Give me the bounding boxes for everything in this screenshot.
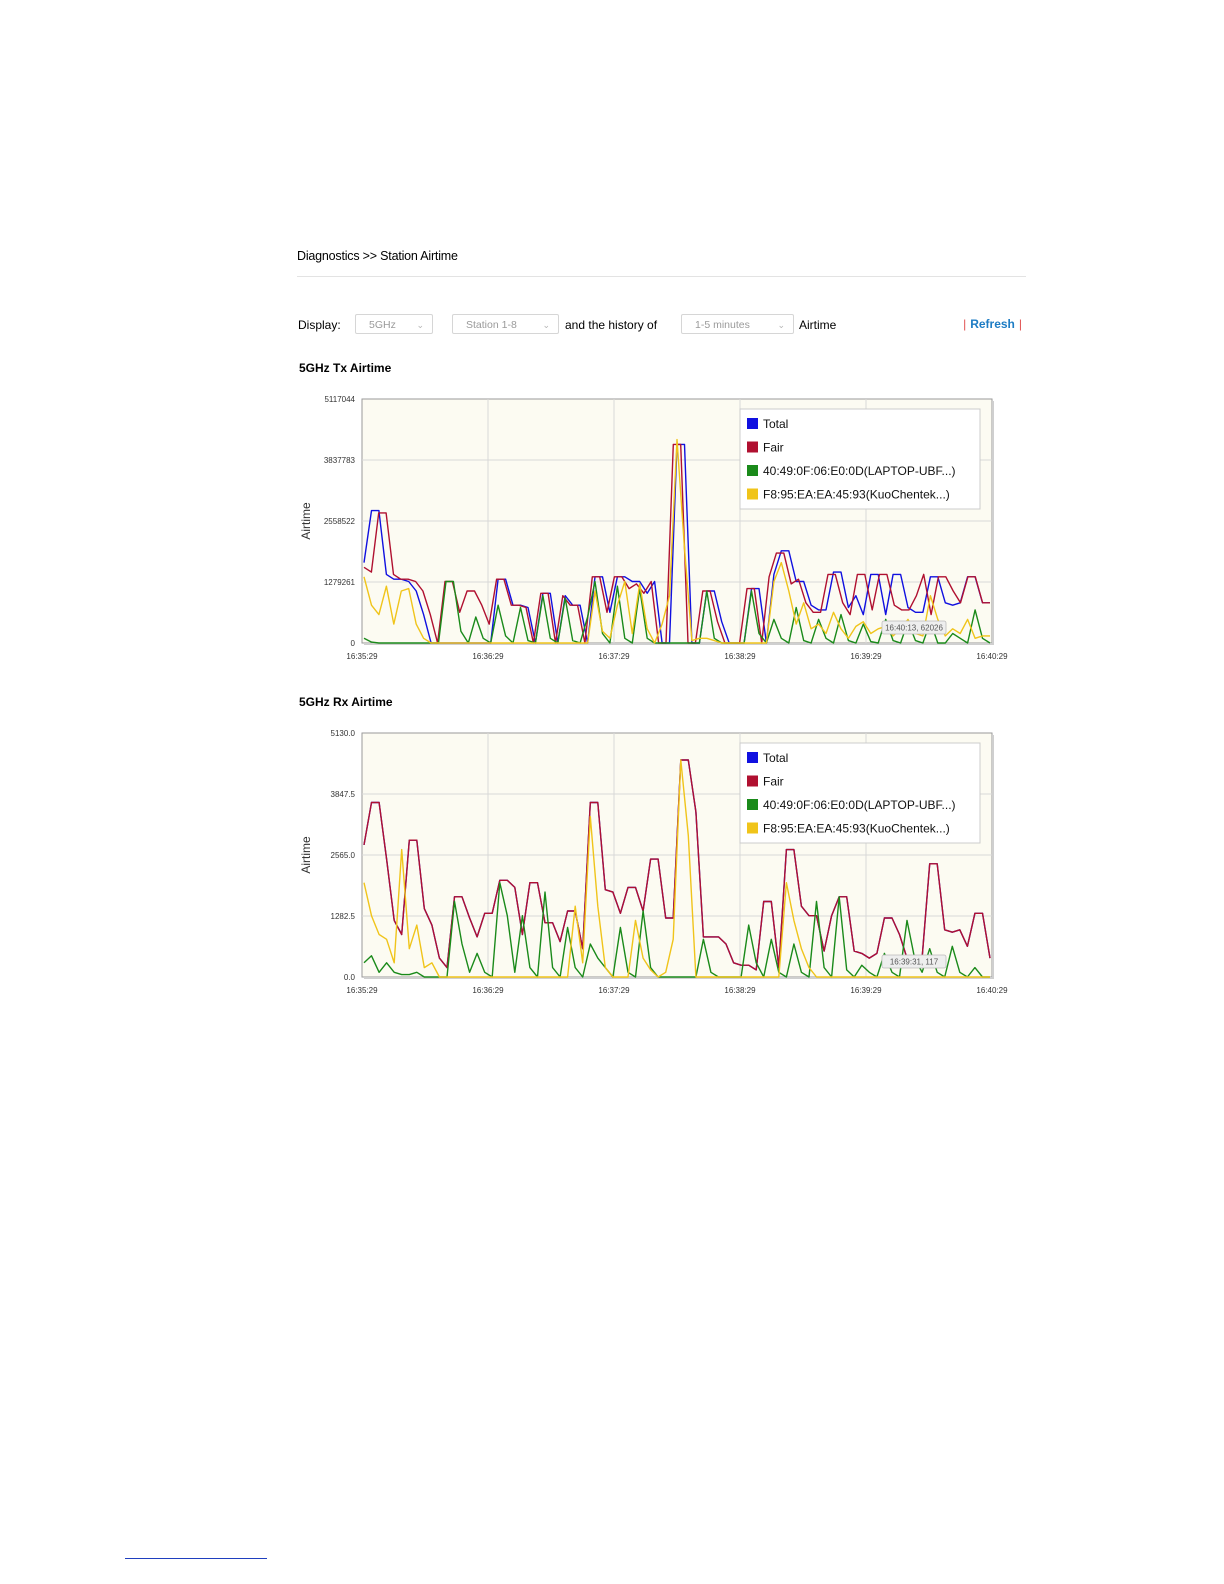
footnote-rule [125, 1558, 267, 1559]
x-tick-label: 16:35:29 [346, 986, 378, 995]
x-tick-label: 16:39:29 [850, 986, 882, 995]
refresh-group: | Refresh | [963, 317, 1022, 331]
legend-item-1: Total [763, 751, 788, 765]
plot-shadow [992, 401, 994, 645]
rx-chart-title: 5GHz Rx Airtime [299, 695, 393, 709]
y-axis-label: Airtime [299, 836, 313, 874]
history-label: and the history of [565, 318, 658, 332]
x-tick-label: 16:40:29 [976, 652, 1008, 661]
chevron-down-icon: ⌄ [416, 320, 424, 330]
legend-swatch [747, 752, 758, 763]
station-select[interactable]: Station 1-8 ⌄ [452, 314, 559, 334]
x-tick-label: 16:36:29 [472, 986, 504, 995]
x-tick-label: 16:37:29 [598, 986, 630, 995]
time-select[interactable]: 1-5 minutes ⌄ [681, 314, 794, 334]
separator-left: | [963, 317, 967, 331]
x-tick-label: 16:35:29 [346, 652, 378, 661]
x-tick-label: 16:36:29 [472, 652, 504, 661]
time-select-value: 1-5 minutes [695, 319, 750, 331]
legend-item-4: F8:95:EA:EA:45:93(KuoChentek...) [763, 488, 950, 502]
rx-airtime-chart: 0.0 1282.5 2565.0 3847.5 5130.0 16:35:29 16:36… [299, 729, 1008, 995]
legend-swatch [747, 822, 758, 834]
breadcrumb: Diagnostics >> Station Airtime [297, 249, 458, 263]
tooltip-text: 16:39:31, 117 [890, 958, 939, 967]
y-tick-label: 3847.5 [331, 790, 356, 799]
refresh-link[interactable]: Refresh [970, 317, 1015, 331]
y-tick-label: 2565.0 [331, 851, 356, 860]
legend-item-4: F8:95:EA:EA:45:93(KuoChentek...) [763, 822, 950, 836]
y-axis-label: Airtime [299, 502, 313, 540]
header-divider [297, 276, 1026, 277]
chevron-down-icon: ⌄ [777, 320, 785, 330]
y-tick-label: 3837783 [324, 456, 356, 465]
tx-chart-title: 5GHz Tx Airtime [299, 361, 392, 375]
x-tick-label: 16:40:29 [976, 986, 1008, 995]
legend-swatch [747, 488, 758, 500]
legend-swatch [747, 418, 758, 429]
x-tick-label: 16:39:29 [850, 652, 882, 661]
x-tick-label: 16:37:29 [598, 652, 630, 661]
x-tick-label: 16:38:29 [724, 986, 756, 995]
chevron-down-icon: ⌄ [542, 320, 550, 330]
airtime-label: Airtime [799, 318, 837, 332]
y-tick-label: 5117044 [324, 395, 355, 404]
legend-swatch [747, 441, 758, 453]
legend-item-1: Total [763, 417, 788, 431]
legend-item-3: 40:49:0F:06:E0:0D(LAPTOP-UBF...) [763, 464, 956, 478]
legend-item-2: Fair [763, 441, 784, 455]
separator-right: | [1018, 317, 1022, 331]
display-controls: Display: 5GHz ⌄ Station 1-8 ⌄ and the hi… [298, 314, 1026, 336]
hover-tooltip: 16:39:31, 117 [881, 954, 947, 969]
tx-airtime-chart: 0 1279261 2558522 3837783 5117044 16:35:29 16:… [299, 395, 1008, 661]
legend-item-2: Fair [763, 775, 784, 789]
y-tick-label: 1282.5 [331, 912, 356, 921]
station-select-value: Station 1-8 [466, 319, 517, 331]
legend-swatch [747, 775, 758, 787]
y-tick-label: 5130.0 [331, 729, 356, 738]
legend-swatch [747, 799, 758, 810]
legend-item-3: 40:49:0F:06:E0:0D(LAPTOP-UBF...) [763, 798, 956, 812]
plot-shadow [992, 735, 994, 979]
band-select-value: 5GHz [369, 319, 396, 331]
y-tick-label: 2558522 [324, 517, 356, 526]
x-tick-label: 16:38:29 [724, 652, 756, 661]
y-tick-label: 1279261 [324, 578, 356, 587]
band-select[interactable]: 5GHz ⌄ [355, 314, 433, 334]
y-tick-label: 0 [351, 639, 356, 648]
y-tick-label: 0.0 [344, 973, 356, 982]
tooltip-text: 16:40:13, 62026 [885, 624, 943, 633]
legend-swatch [747, 465, 758, 476]
display-label: Display: [298, 318, 341, 332]
hover-tooltip: 16:40:13, 62026 [881, 620, 947, 635]
